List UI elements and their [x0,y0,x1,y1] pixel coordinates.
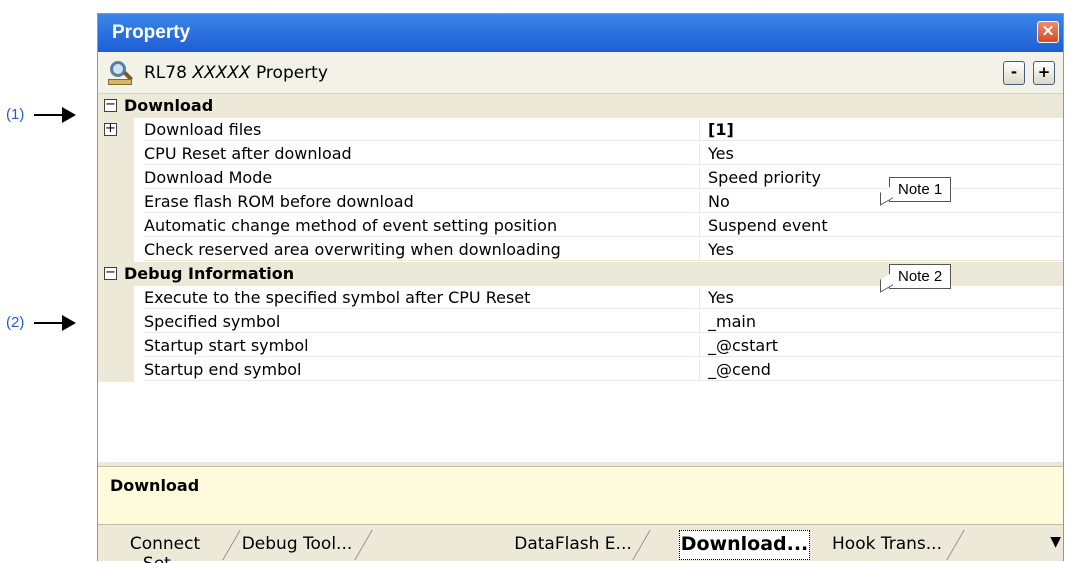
property-panel: Property ✕ RL78 XXXXX Property - + − Dow… [97,13,1064,563]
arrow-right-icon [34,314,77,331]
property-row-execute-symbol[interactable]: Execute to the specified symbol after CP… [98,286,1063,310]
header-prefix: RL78 [144,62,187,83]
property-value[interactable]: _@cend [699,359,1063,381]
property-row-specified-symbol[interactable]: Specified symbol _main [98,310,1063,334]
tab-label: Hook Trans... [832,534,942,554]
close-icon[interactable]: ✕ [1037,21,1059,43]
header-suffix: Property [255,62,328,83]
property-name: Download Mode [144,167,699,189]
note-2-callout: Note 2 [889,264,952,289]
property-row-startup-start[interactable]: Startup start symbol _@cstart [98,334,1063,358]
category-name: Download [124,96,214,115]
property-value[interactable]: Speed priority [699,167,1063,189]
property-row-startup-end[interactable]: Startup end symbol _@cend [98,358,1063,382]
callout-2: (2) [6,314,77,331]
property-header: RL78 XXXXX Property - + [98,52,1063,94]
tab-label: Debug Tool... [241,534,353,554]
property-value[interactable]: [1] [699,119,1063,141]
note-1-callout: Note 1 [889,177,952,202]
tab-overflow-icon[interactable]: ▼ [1050,534,1061,550]
property-name: Erase flash ROM before download [144,191,699,213]
property-name: Automatic change method of event setting… [144,215,699,237]
callout-1: (1) [6,106,77,123]
property-value[interactable]: Suspend event [699,215,1063,237]
header-model: XXXXX [192,62,251,83]
arrow-right-icon [34,106,77,123]
tab-label: Connect Set... [129,534,201,563]
expand-icon[interactable]: + [104,122,117,136]
tab-label: DataFlash E... [514,534,632,554]
window-title: Property [112,22,191,43]
property-name: Download files [144,119,699,141]
property-value[interactable]: Yes [699,239,1063,261]
title-bar: Property ✕ [98,14,1063,52]
callout-2-label: (2) [6,314,25,331]
tab-bar: Connect Set... Debug Tool... DataFlash E… [98,528,1063,563]
property-icon [108,60,134,86]
property-name: Startup start symbol [144,335,699,357]
property-row-cpu-reset[interactable]: CPU Reset after download Yes [98,142,1063,166]
collapse-icon[interactable]: − [104,98,117,112]
property-value[interactable]: _main [699,311,1063,333]
description-pane: Download [98,466,1063,525]
property-grid: − Download + Download files [1] CPU Rese… [98,94,1063,462]
collapse-icon[interactable]: − [104,266,117,280]
property-row-download-files[interactable]: + Download files [1] [98,118,1063,142]
property-value[interactable]: Yes [699,143,1063,165]
tab-label: Download... [680,533,809,555]
tab-download[interactable]: Download... [679,530,810,560]
description-text: Download [110,476,200,495]
callout-1-label: (1) [6,106,25,123]
header-title: RL78 XXXXX Property [144,63,328,83]
property-row-event-setting[interactable]: Automatic change method of event setting… [98,214,1063,238]
property-name: Check reserved area overwriting when dow… [144,239,699,261]
property-row-reserved-area[interactable]: Check reserved area overwriting when dow… [98,238,1063,262]
expand-all-button[interactable]: + [1033,61,1055,85]
tab-connect-settings[interactable]: Connect Set... [106,530,241,563]
property-value[interactable]: _@cstart [699,335,1063,357]
property-name: Startup end symbol [144,359,699,381]
property-name: CPU Reset after download [144,143,699,165]
tab-dataflash[interactable]: DataFlash E... [510,530,651,560]
category-download[interactable]: − Download [98,94,1063,118]
tab-hook-transaction[interactable]: Hook Trans... [826,530,965,560]
property-name: Execute to the specified symbol after CP… [144,287,699,309]
tab-debug-tool[interactable]: Debug Tool... [238,530,373,560]
collapse-all-button[interactable]: - [1003,61,1025,85]
property-name: Specified symbol [144,311,699,333]
